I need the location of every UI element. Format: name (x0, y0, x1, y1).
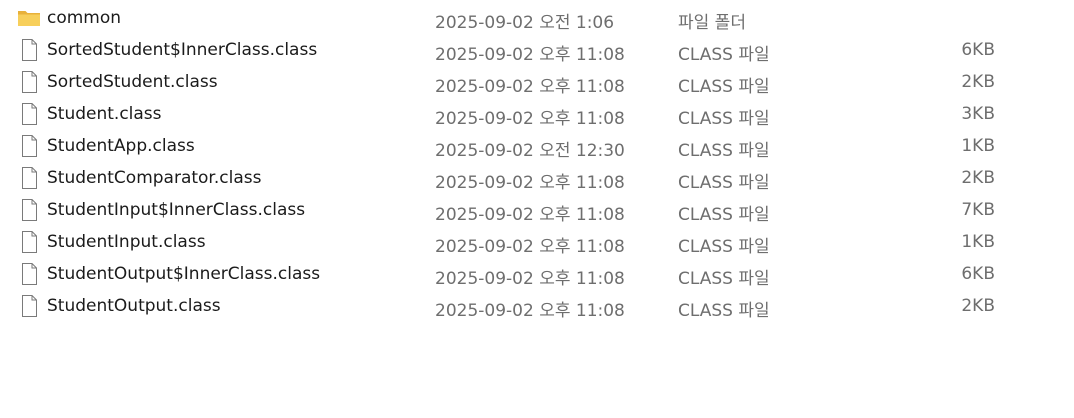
file-name: StudentInput.class (47, 232, 206, 252)
file-date: 2025-09-02 오후 11:08 (435, 237, 625, 257)
file-type: CLASS 파일 (678, 45, 770, 65)
file-size: 1KB (961, 232, 995, 252)
file-row[interactable]: StudentOutput.class 2025-09-02 오후 11:08 … (0, 290, 1074, 322)
file-name: StudentApp.class (47, 136, 195, 156)
file-size: 1KB (961, 136, 995, 156)
file-type: CLASS 파일 (678, 269, 770, 289)
file-size: 2KB (961, 72, 995, 92)
file-type: CLASS 파일 (678, 141, 770, 161)
file-icon (17, 134, 41, 158)
file-size: 6KB (961, 40, 995, 60)
file-type: 파일 폴더 (678, 13, 746, 33)
folder-icon (17, 6, 41, 30)
file-name: common (47, 8, 122, 28)
file-icon (17, 166, 41, 190)
file-size: 7KB (961, 200, 995, 220)
file-type: CLASS 파일 (678, 301, 770, 321)
file-date: 2025-09-02 오후 11:08 (435, 77, 625, 97)
file-icon (17, 230, 41, 254)
file-name: SortedStudent.class (47, 72, 218, 92)
file-date: 2025-09-02 오후 11:08 (435, 173, 625, 193)
file-icon (17, 294, 41, 318)
file-date: 2025-09-02 오후 11:08 (435, 205, 625, 225)
file-name: StudentOutput.class (47, 296, 221, 316)
file-type: CLASS 파일 (678, 237, 770, 257)
file-row[interactable]: StudentInput.class 2025-09-02 오후 11:08 C… (0, 226, 1074, 258)
file-date: 2025-09-02 오후 11:08 (435, 109, 625, 129)
file-row[interactable]: SortedStudent.class 2025-09-02 오후 11:08 … (0, 66, 1074, 98)
file-name: SortedStudent$InnerClass.class (47, 40, 318, 60)
file-type: CLASS 파일 (678, 205, 770, 225)
file-name: StudentInput$InnerClass.class (47, 200, 306, 220)
file-list: common 2025-09-02 오전 1:06 파일 폴더 SortedSt… (0, 2, 1074, 322)
file-size: 2KB (961, 168, 995, 188)
file-date: 2025-09-02 오후 11:08 (435, 269, 625, 289)
file-row[interactable]: StudentApp.class 2025-09-02 오전 12:30 CLA… (0, 130, 1074, 162)
file-type: CLASS 파일 (678, 173, 770, 193)
file-size: 2KB (961, 296, 995, 316)
file-row[interactable]: StudentInput$InnerClass.class 2025-09-02… (0, 194, 1074, 226)
file-name: Student.class (47, 104, 162, 124)
file-row[interactable]: Student.class 2025-09-02 오후 11:08 CLASS … (0, 98, 1074, 130)
file-size: 3KB (961, 104, 995, 124)
file-row[interactable]: SortedStudent$InnerClass.class 2025-09-0… (0, 34, 1074, 66)
file-icon (17, 262, 41, 286)
file-size: 6KB (961, 264, 995, 284)
file-date: 2025-09-02 오후 11:08 (435, 45, 625, 65)
file-name: StudentOutput$InnerClass.class (47, 264, 321, 284)
file-icon (17, 70, 41, 94)
file-name: StudentComparator.class (47, 168, 262, 188)
file-icon (17, 102, 41, 126)
file-row[interactable]: StudentComparator.class 2025-09-02 오후 11… (0, 162, 1074, 194)
file-date: 2025-09-02 오전 12:30 (435, 141, 625, 161)
file-row[interactable]: StudentOutput$InnerClass.class 2025-09-0… (0, 258, 1074, 290)
file-icon (17, 38, 41, 62)
file-icon (17, 198, 41, 222)
file-date: 2025-09-02 오전 1:06 (435, 13, 615, 33)
file-type: CLASS 파일 (678, 77, 770, 97)
folder-row-common[interactable]: common 2025-09-02 오전 1:06 파일 폴더 (0, 2, 1074, 34)
file-type: CLASS 파일 (678, 109, 770, 129)
file-date: 2025-09-02 오후 11:08 (435, 301, 625, 321)
